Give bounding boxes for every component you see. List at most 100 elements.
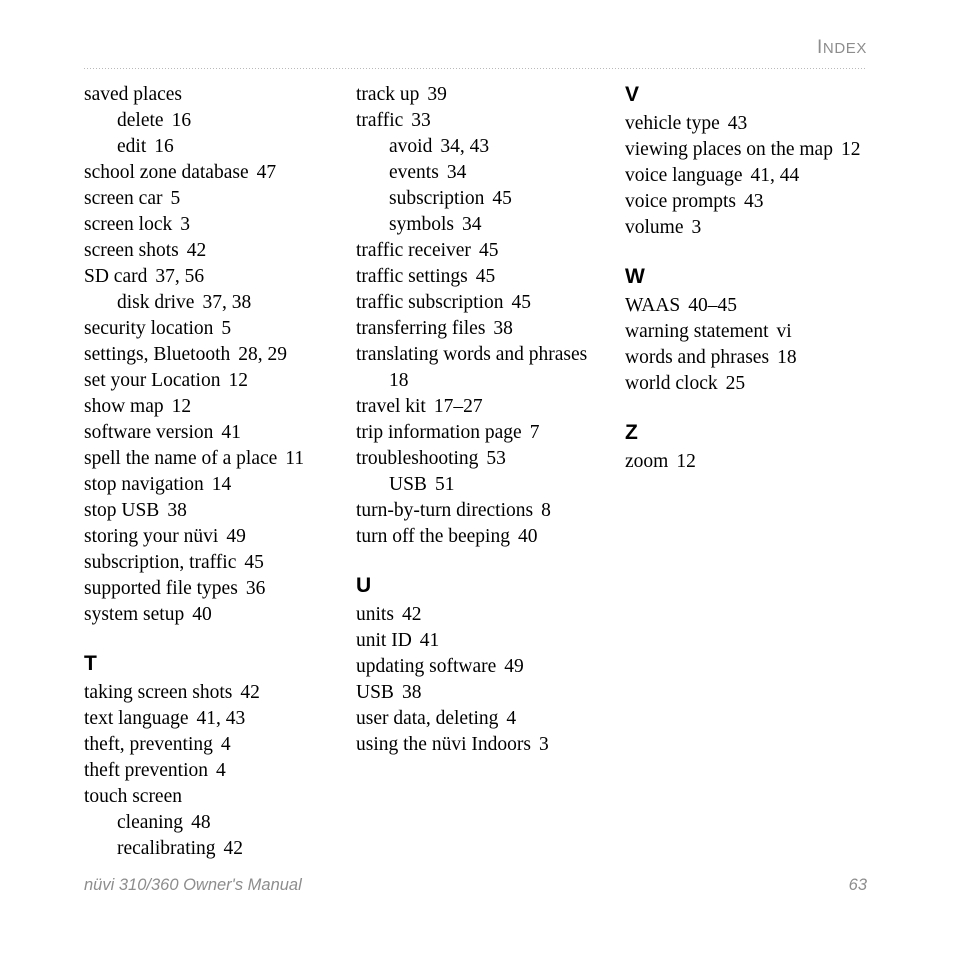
index-entry-pages: 33 [411, 110, 431, 131]
index-entry: stop USB 38 [84, 498, 346, 524]
index-entry-spacer [468, 264, 476, 290]
index-entry-pages: vi [776, 321, 792, 342]
index-entry-term: supported file types [84, 578, 238, 599]
index-entry-term: unit ID [356, 630, 412, 651]
index-entry-term: theft, preventing [84, 734, 213, 755]
index-entry-term: turn off the beeping [356, 526, 510, 547]
index-entry: screen lock 3 [84, 212, 346, 238]
index-entry-term: translating words and phrases [356, 344, 588, 365]
index-entry: text language 41, 43 [84, 706, 346, 732]
index-entry: transferring files 38 [356, 316, 610, 342]
index-entry-spacer [769, 319, 777, 345]
index-entry: viewing places on the map 12 [625, 137, 874, 163]
index-entry: SD card 37, 56 [84, 264, 346, 290]
index-entry-term: USB [389, 474, 427, 495]
index-entry-spacer [208, 758, 216, 784]
index-entry: traffic settings 45 [356, 264, 610, 290]
index-entry: units 42 [356, 602, 610, 628]
index-entry-pages: 45 [478, 240, 499, 261]
index-column-2: track up 39 traffic 33 avoid 34, 43 events … [356, 82, 610, 758]
index-entry: warning statement vi [625, 319, 874, 345]
index-entry-spacer [394, 602, 402, 628]
index-entry-spacer [718, 371, 726, 397]
index-entry-term: disk drive [117, 292, 195, 313]
index-entry-pages: 17–27 [433, 396, 483, 417]
index-entry-spacer [833, 137, 841, 163]
index-entry-pages: 49 [226, 526, 246, 547]
index-entry: trip information page 7 [356, 420, 610, 446]
index-entry-pages: 12 [840, 139, 861, 160]
index-entry-term: security location [84, 318, 214, 339]
index-entry-pages: 47 [256, 162, 277, 183]
index-entry-pages: 34 [446, 162, 467, 183]
index-entry: screen shots 42 [84, 238, 346, 264]
index-entry-term: words and phrases [625, 347, 770, 368]
index-entry-term: zoom [625, 451, 669, 472]
index-entry: using the nüvi Indoors 3 [356, 732, 610, 758]
index-entry-spacer [510, 524, 518, 550]
index-entry-pages: 3 [691, 217, 702, 238]
index-entry-term: screen car [84, 188, 163, 209]
index-entry-pages: 14 [211, 474, 232, 495]
index-entry-spacer [426, 394, 434, 420]
index-entry-pages: 3 [180, 214, 190, 235]
index-entry: supported file types 36 [84, 576, 346, 602]
index-entry: zoom 12 [625, 449, 874, 475]
index-entry-term: stop navigation [84, 474, 204, 495]
index-entry-pages: 37, 56 [155, 266, 205, 287]
index-entry: recalibrating 42 [84, 836, 346, 862]
running-head: INDEX [84, 38, 867, 58]
index-entry-pages: 53 [486, 448, 506, 469]
index-entry-term: touch screen [84, 786, 182, 807]
footer-manual-title: nüvi 310/360 Owner's Manual [84, 876, 302, 894]
index-entry-term: updating software [356, 656, 497, 677]
index-entry-pages: 43 [727, 113, 748, 134]
index-entry-pages: 4 [216, 760, 226, 781]
index-entry: track up 39 [356, 82, 610, 108]
index-entry-term: delete [117, 110, 164, 131]
index-entry-spacer [213, 732, 221, 758]
index-entry: disk drive 37, 38 [84, 290, 346, 316]
index-entry-term: storing your nüvi [84, 526, 219, 547]
index-entry-pages: 42 [240, 682, 260, 703]
index-entry: turn-by-turn directions 8 [356, 498, 610, 524]
index-entry-term: track up [356, 84, 420, 105]
index-entry: screen car 5 [84, 186, 346, 212]
index-entry-pages: 41, 44 [750, 165, 800, 186]
index-entry-term: user data, deleting [356, 708, 499, 729]
index-entry-term: traffic subscription [356, 292, 504, 313]
index-entry: delete 16 [84, 108, 346, 134]
index-entry-term: vehicle type [625, 113, 720, 134]
index-entry-pages: 4 [506, 708, 517, 729]
index-entry-pages: 12 [228, 370, 248, 391]
index-entry-term: SD card [84, 266, 148, 287]
index-entry-term: traffic [356, 110, 404, 131]
index-entry-pages: 11 [285, 448, 305, 469]
index-entry-pages: 16 [171, 110, 192, 131]
index-entry: voice prompts 43 [625, 189, 874, 215]
index-entry-term: taking screen shots [84, 682, 233, 703]
index-entry-pages: 43 [744, 191, 764, 212]
index-entry-pages: 34 [462, 214, 482, 235]
index-entry-pages: 39 [427, 84, 447, 105]
index-entry-spacer [769, 345, 777, 371]
index-entry: set your Location 12 [84, 368, 346, 394]
index-entry-pages: 5 [170, 188, 181, 209]
index-entry-term: stop USB [84, 500, 160, 521]
index-entry-term: USB [356, 682, 394, 703]
index-entry-spacer [189, 706, 197, 732]
index-entry-pages: 42 [186, 240, 207, 261]
index-entry-pages: 40 [192, 604, 212, 625]
index-entry-pages: 40–45 [688, 295, 738, 316]
index-entry: subscription, traffic 45 [84, 550, 346, 576]
index-entry-pages: 38 [493, 318, 513, 339]
index-entry-spacer [179, 238, 187, 264]
index-entry-spacer [183, 810, 191, 836]
index-entry: symbols 34 [356, 212, 610, 238]
index-entry: stop navigation 14 [84, 472, 346, 498]
index-entry-term: subscription [389, 188, 485, 209]
index-entry-term: units [356, 604, 394, 625]
index-entry-spacer [204, 472, 212, 498]
index-entry-spacer [249, 160, 257, 186]
index-entry-term: travel kit [356, 396, 426, 417]
